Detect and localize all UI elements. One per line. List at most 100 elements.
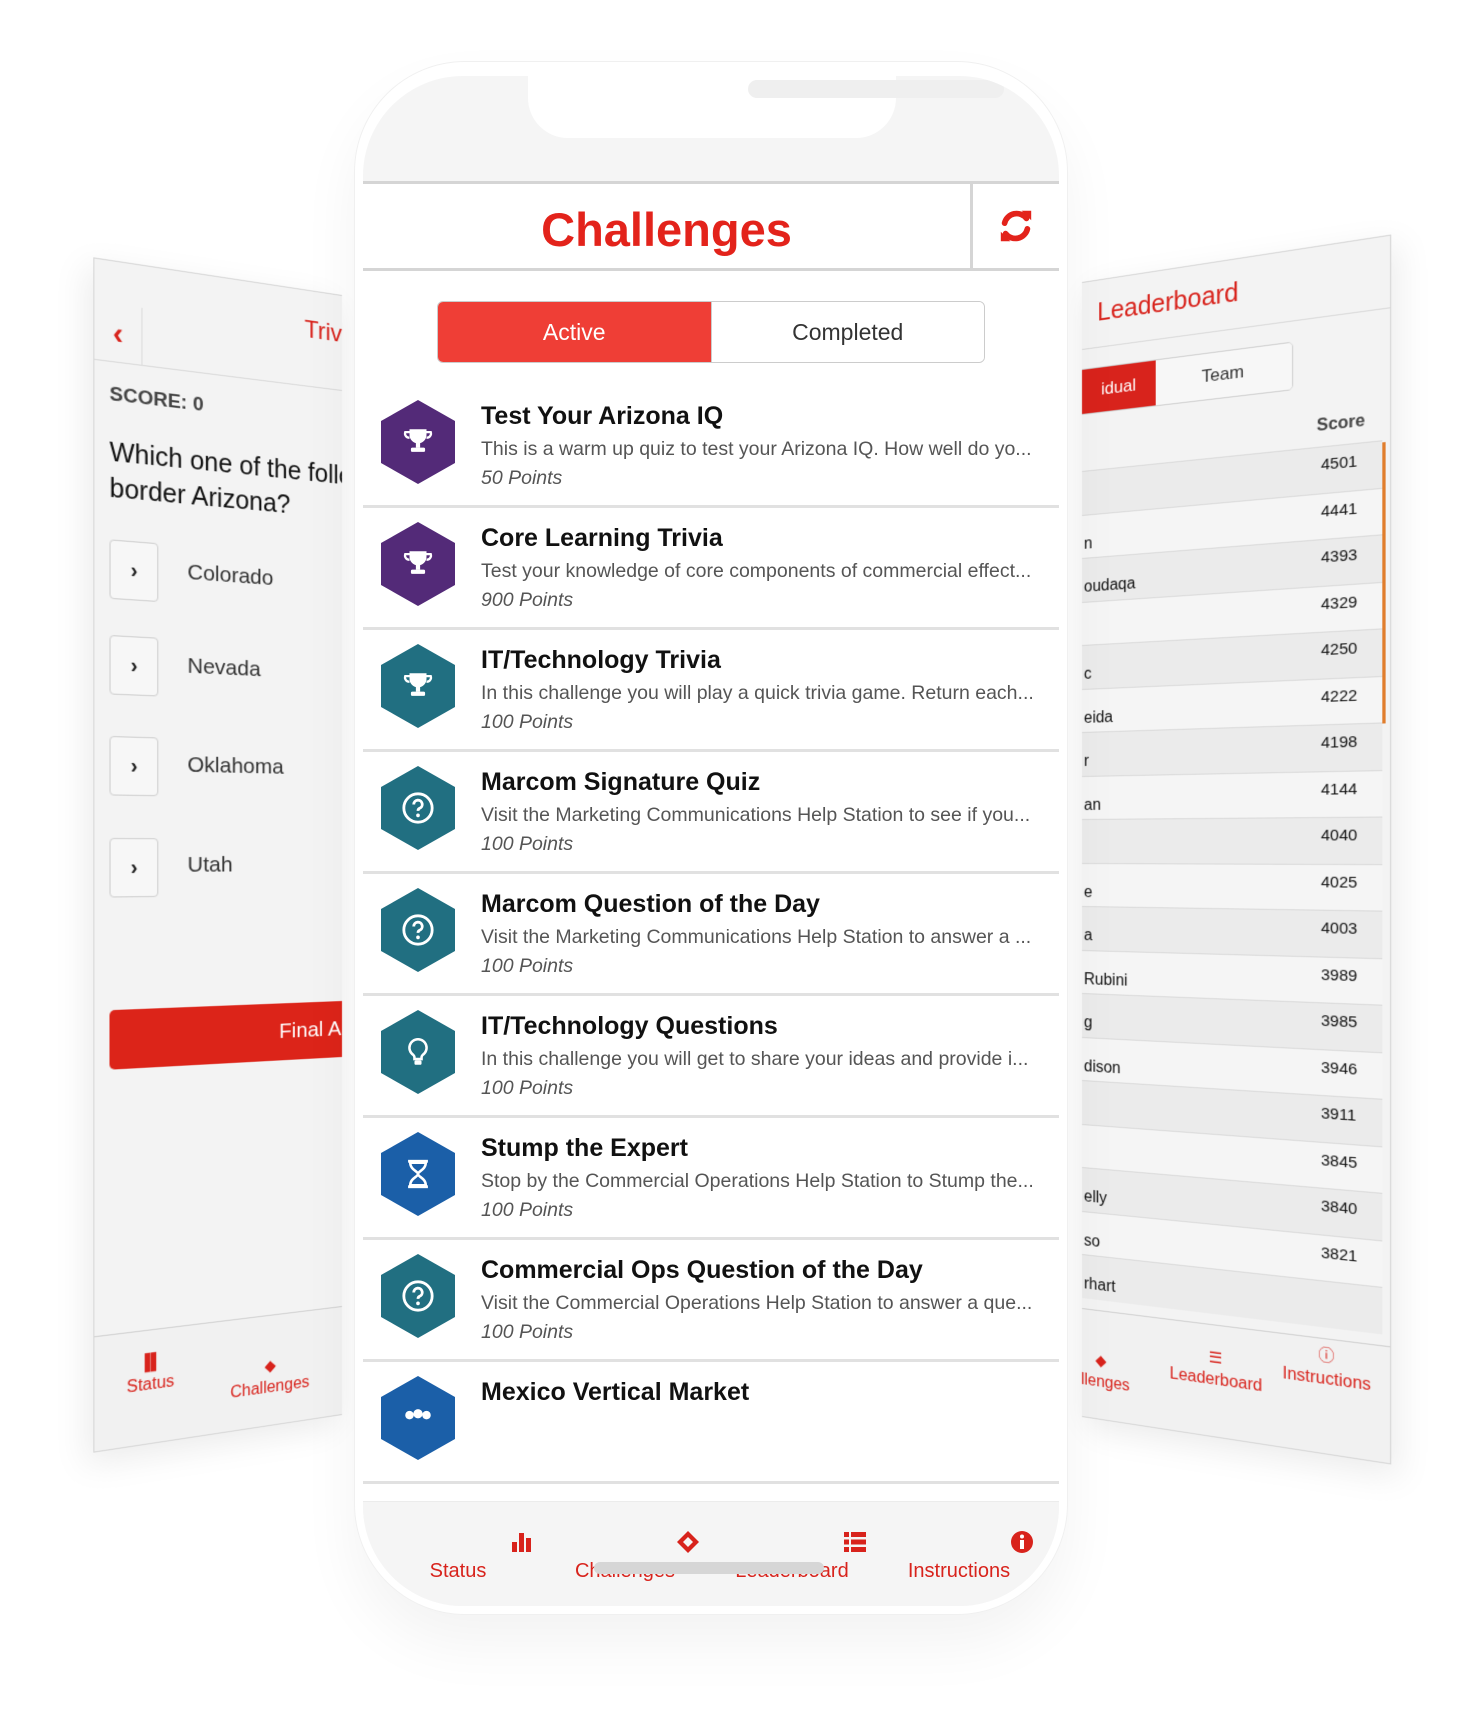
challenge-title: Commercial Ops Question of the Day (481, 1256, 923, 1284)
chevron-right-icon[interactable]: › (109, 837, 159, 898)
player-score: 4393 (1320, 545, 1358, 567)
score-label: SCORE: 0 (109, 383, 204, 417)
nav-status[interactable]: Status (383, 1530, 533, 1583)
bottom-nav: Status Challenges Leaderboard Instructio… (363, 1501, 1059, 1606)
player-name: so (1083, 1231, 1101, 1251)
challenge-badge (381, 1132, 455, 1216)
challenge-badge (381, 400, 455, 484)
nav-label: Instructions (907, 1560, 1011, 1582)
trivia-screen: ‹ Trivi SCORE: 0 Which one of the follow… (93, 257, 342, 1453)
player-score: 3821 (1320, 1243, 1358, 1266)
phone-screen: Challenges Active Completed Test Your Ar… (363, 76, 1059, 1606)
player-name: g (1083, 1014, 1093, 1032)
chevron-right-icon[interactable]: › (109, 735, 159, 797)
info-circle-icon (1011, 1531, 1033, 1553)
column-header-score: Score (1316, 411, 1366, 436)
leaderboard-row[interactable]: r 4198 (1082, 722, 1383, 776)
nav-challenges[interactable]: ◆ Challenges (230, 1351, 309, 1403)
player-score: 3840 (1320, 1197, 1358, 1219)
leaderboard-segmented-control: idual Team (1082, 341, 1294, 419)
nav-leaderboard[interactable]: ☰ Leaderboard (1170, 1342, 1263, 1396)
refresh-button[interactable] (970, 184, 1059, 268)
challenges-screen: Challenges Active Completed Test Your Ar… (363, 181, 1059, 1606)
leaderboard-title: Leaderboard (1097, 277, 1239, 327)
player-score: 3845 (1320, 1150, 1358, 1172)
nav-challenges[interactable]: ◆ allenges (1082, 1348, 1130, 1396)
player-score: 4144 (1320, 779, 1358, 799)
trophy-icon (401, 425, 435, 459)
challenge-list-item[interactable]: Commercial Ops Question of the Day Visit … (363, 1240, 1059, 1362)
challenge-points: 100 Points (481, 833, 574, 855)
challenge-description: Stop by the Commercial Operations Help S… (481, 1170, 1034, 1192)
nav-challenges[interactable]: Challenges (550, 1530, 700, 1583)
player-score: 3911 (1320, 1104, 1357, 1126)
answer-option[interactable]: › Utah (109, 837, 342, 898)
player-score: 3989 (1320, 965, 1358, 985)
answer-option[interactable]: › Nevada (109, 634, 342, 707)
challenge-title: Marcom Question of the Day (481, 890, 820, 918)
chevron-right-icon[interactable]: › (109, 634, 159, 697)
challenge-list-item[interactable]: Marcom Question of the Day Visit the Mark… (363, 874, 1059, 996)
player-name: oudaqa (1083, 575, 1136, 596)
player-score: 4040 (1320, 826, 1358, 845)
challenge-list-item[interactable]: Core Learning Trivia Test your knowledge … (363, 508, 1059, 630)
trivia-bottom-nav: ▐▌ Status ◆ Challenges (94, 1306, 342, 1453)
trophy-icon (401, 547, 435, 581)
home-indicator (594, 1562, 824, 1574)
nav-instructions[interactable]: Instructions (884, 1530, 1034, 1583)
challenge-badge (381, 1010, 455, 1094)
tab-team[interactable]: Team (1155, 342, 1293, 406)
challenge-points: 100 Points (481, 1077, 574, 1099)
leaderboard-bottom-nav: ◆ allenges ☰ Leaderboard ⓘ Instructions (1082, 1308, 1391, 1465)
challenge-points: 900 Points (481, 589, 574, 611)
chevron-right-icon[interactable]: › (109, 539, 159, 603)
nav-instructions[interactable]: ⓘ Instructions (1283, 1338, 1371, 1395)
tab-active[interactable]: Active (438, 302, 711, 362)
phone-speaker (748, 80, 1004, 98)
player-score: 4025 (1320, 872, 1358, 892)
bar-chart-icon: ▐▌ (139, 1352, 162, 1373)
answer-label: Oklahoma (187, 752, 284, 779)
player-name: c (1083, 665, 1092, 683)
challenge-list-item[interactable]: Test Your Arizona IQ This is a warm up qu… (363, 386, 1059, 508)
leaderboard-row[interactable]: an 4144 (1082, 769, 1383, 819)
nav-status[interactable]: ▐▌ Status (127, 1351, 175, 1398)
app-header: Challenges (363, 181, 1059, 271)
ticket-icon: ◆ (1095, 1351, 1107, 1371)
challenge-title: Mexico Vertical Market (481, 1378, 750, 1406)
challenge-list-item[interactable]: Marcom Signature Quiz Visit the Marketing… (363, 752, 1059, 874)
trophy-icon (401, 669, 435, 703)
challenge-points: 100 Points (481, 711, 574, 733)
challenge-list-item[interactable]: Mexico Vertical Market (363, 1362, 1059, 1484)
player-score: 4003 (1320, 919, 1358, 939)
ticket-icon (677, 1531, 699, 1553)
final-answer-button[interactable]: Final An (109, 998, 342, 1070)
tab-completed[interactable]: Completed (710, 302, 984, 362)
challenge-list-item[interactable]: IT/Technology Trivia In this challenge yo… (363, 630, 1059, 752)
status-segmented-control: Active Completed (437, 301, 985, 363)
tab-individual[interactable]: idual (1082, 360, 1156, 418)
challenge-title: Stump the Expert (481, 1134, 688, 1162)
answer-option[interactable]: › Colorado (109, 539, 342, 618)
challenge-description: Test your knowledge of core components o… (481, 560, 1032, 582)
chevron-left-icon: ‹ (112, 314, 124, 352)
challenge-list-item[interactable]: IT/Technology Questions In this challenge… (363, 996, 1059, 1118)
leaderboard-row[interactable]: 4040 (1082, 816, 1383, 864)
answer-label: Nevada (187, 653, 261, 682)
answer-option[interactable]: › Oklahoma (109, 735, 342, 800)
player-name: eida (1083, 708, 1113, 727)
challenge-list: Test Your Arizona IQ This is a warm up qu… (363, 386, 1059, 1484)
hourglass-icon (401, 1157, 435, 1191)
leaderboard-screen: Leaderboard idual Team Score 4501 n 4441 ou… (1082, 234, 1392, 1465)
challenge-list-item[interactable]: Stump the Expert Stop by the Commercial O… (363, 1118, 1059, 1240)
challenge-points: 100 Points (481, 1199, 574, 1221)
nav-leaderboard[interactable]: Leaderboard (717, 1530, 867, 1583)
back-button[interactable]: ‹ (94, 301, 143, 366)
scroll-indicator[interactable] (1382, 442, 1386, 724)
leaderboard-row[interactable]: e 4025 (1082, 862, 1383, 911)
trivia-header: ‹ Trivi (94, 258, 342, 391)
player-name: r (1083, 752, 1089, 770)
player-score: 4329 (1320, 592, 1358, 614)
nav-label: allenges (1082, 1369, 1130, 1395)
player-score: 4441 (1320, 499, 1358, 521)
